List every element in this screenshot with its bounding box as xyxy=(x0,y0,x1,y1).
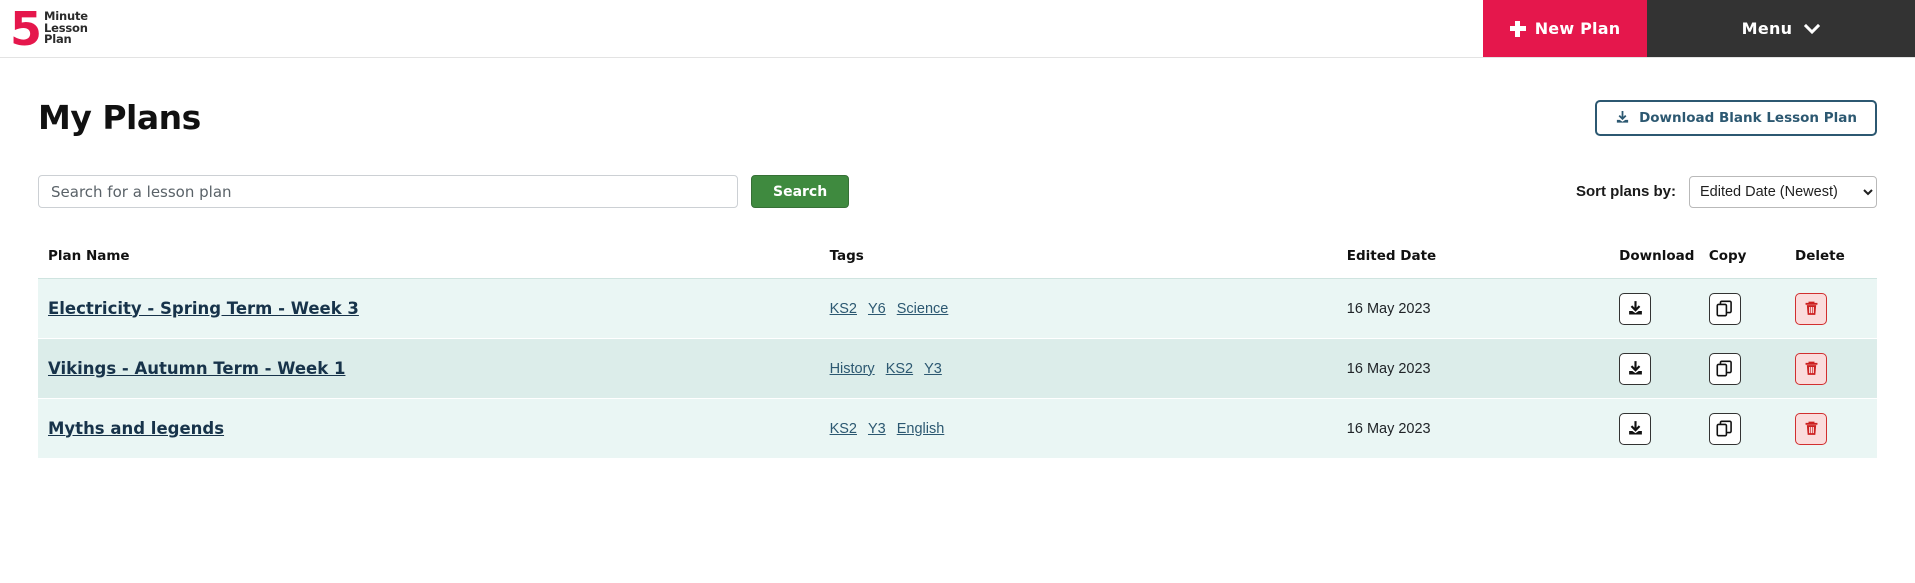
table-row: Electricity - Spring Term - Week 3 KS2 Y6 S… xyxy=(38,278,1877,339)
download-blank-lesson-plan-button[interactable]: Download Blank Lesson Plan xyxy=(1595,99,1877,136)
plan-name-link[interactable]: Myths and legends xyxy=(48,419,224,438)
copy-plan-button[interactable] xyxy=(1708,292,1741,325)
header-spacer xyxy=(88,0,1483,57)
sort-label: Sort plans by: xyxy=(1575,183,1676,200)
delete-plan-button[interactable] xyxy=(1795,292,1828,325)
header-download: Download xyxy=(1609,248,1699,279)
site-header: 5 Minute Lesson Plan New Plan Menu xyxy=(0,0,1915,58)
tag-list: KS2 Y3 English xyxy=(830,421,1337,437)
download-icon xyxy=(1627,300,1644,317)
new-plan-button[interactable]: New Plan xyxy=(1483,0,1647,57)
cell-edited-date: 16 May 2023 xyxy=(1336,398,1610,459)
cell-download-plan xyxy=(1609,398,1699,459)
new-plan-label: New Plan xyxy=(1534,19,1621,38)
cell-tags: History KS2 Y3 xyxy=(819,338,1337,399)
cell-edited-date: 16 May 2023 xyxy=(1336,278,1610,339)
copy-icon xyxy=(1716,360,1733,377)
cell-copy-plan xyxy=(1698,398,1786,459)
menu-label: Menu xyxy=(1741,19,1793,38)
cell-plan-name: Myths and legends xyxy=(38,398,820,459)
logo-line-plan: Plan xyxy=(44,32,72,47)
tag-link[interactable]: KS2 xyxy=(830,421,857,437)
tag-list: History KS2 Y3 xyxy=(830,361,1337,377)
download-plan-button[interactable] xyxy=(1619,412,1652,445)
table-row: Myths and legends KS2 Y3 English 16 May 2023 xyxy=(38,398,1877,459)
plans-table: Plan Name Tags Edited Date Download Copy… xyxy=(38,248,1877,459)
copy-icon xyxy=(1716,420,1733,437)
cell-tags: KS2 Y6 Science xyxy=(819,278,1337,339)
download-plan-button[interactable] xyxy=(1619,352,1652,385)
trash-icon xyxy=(1803,300,1820,317)
download-blank-label: Download Blank Lesson Plan xyxy=(1639,109,1857,126)
tag-link[interactable]: KS2 xyxy=(886,361,913,377)
copy-plan-button[interactable] xyxy=(1708,412,1741,445)
plans-table-body: Electricity - Spring Term - Week 3 KS2 Y6 S… xyxy=(38,278,1877,459)
header-plan-name: Plan Name xyxy=(38,248,820,279)
cell-delete-plan xyxy=(1785,398,1877,459)
tag-link[interactable]: Y6 xyxy=(868,301,886,317)
table-row: Vikings - Autumn Term - Week 1 History KS2… xyxy=(38,338,1877,399)
chevron-down-icon xyxy=(1804,23,1821,34)
menu-button[interactable]: Menu xyxy=(1647,0,1915,57)
sort-controls: Sort plans by: Edited Date (Newest) xyxy=(1575,175,1877,208)
table-header-row: Plan Name Tags Edited Date Download Copy… xyxy=(38,248,1877,279)
tag-link[interactable]: KS2 xyxy=(830,301,857,317)
sort-select[interactable]: Edited Date (Newest) xyxy=(1689,175,1877,208)
logo-wordmark: Minute Lesson Plan xyxy=(44,10,88,47)
logo-numeral: 5 xyxy=(10,1,42,56)
plan-name-link[interactable]: Vikings - Autumn Term - Week 1 xyxy=(48,359,345,378)
download-icon xyxy=(1627,360,1644,377)
header-copy: Copy xyxy=(1698,248,1786,279)
tag-list: KS2 Y6 Science xyxy=(830,301,1337,317)
trash-icon xyxy=(1803,420,1820,437)
plus-icon xyxy=(1509,20,1526,37)
site-logo[interactable]: 5 Minute Lesson Plan xyxy=(0,0,88,57)
download-icon xyxy=(1616,110,1629,123)
cell-edited-date: 16 May 2023 xyxy=(1336,338,1610,399)
tag-link[interactable]: Y3 xyxy=(868,421,886,437)
cell-download-plan xyxy=(1609,278,1699,339)
cell-plan-name: Vikings - Autumn Term - Week 1 xyxy=(38,338,820,399)
search-input[interactable] xyxy=(38,175,738,208)
header-tags: Tags xyxy=(819,248,1337,279)
search-row: Search Sort plans by: Edited Date (Newes… xyxy=(38,175,1877,208)
copy-icon xyxy=(1716,300,1733,317)
trash-icon xyxy=(1803,360,1820,377)
tag-link[interactable]: English xyxy=(897,421,945,437)
cell-copy-plan xyxy=(1698,278,1786,339)
cell-delete-plan xyxy=(1785,338,1877,399)
copy-plan-button[interactable] xyxy=(1708,352,1741,385)
header-delete: Delete xyxy=(1785,248,1877,279)
plan-name-link[interactable]: Electricity - Spring Term - Week 3 xyxy=(48,299,359,318)
cell-plan-name: Electricity - Spring Term - Week 3 xyxy=(38,278,820,339)
cell-download-plan xyxy=(1609,338,1699,399)
cell-delete-plan xyxy=(1785,278,1877,339)
tag-link[interactable]: History xyxy=(830,361,875,377)
search-button[interactable]: Search xyxy=(751,175,850,208)
tag-link[interactable]: Y3 xyxy=(924,361,942,377)
download-icon xyxy=(1627,420,1644,437)
page-title: My Plans xyxy=(38,98,201,137)
page-title-row: My Plans Download Blank Lesson Plan xyxy=(38,58,1877,137)
cell-copy-plan xyxy=(1698,338,1786,399)
download-plan-button[interactable] xyxy=(1619,292,1652,325)
tag-link[interactable]: Science xyxy=(897,301,949,317)
cell-tags: KS2 Y3 English xyxy=(819,398,1337,459)
delete-plan-button[interactable] xyxy=(1795,352,1828,385)
header-edited-date: Edited Date xyxy=(1336,248,1610,279)
delete-plan-button[interactable] xyxy=(1795,412,1828,445)
page-body: My Plans Download Blank Lesson Plan Sear… xyxy=(0,58,1915,459)
